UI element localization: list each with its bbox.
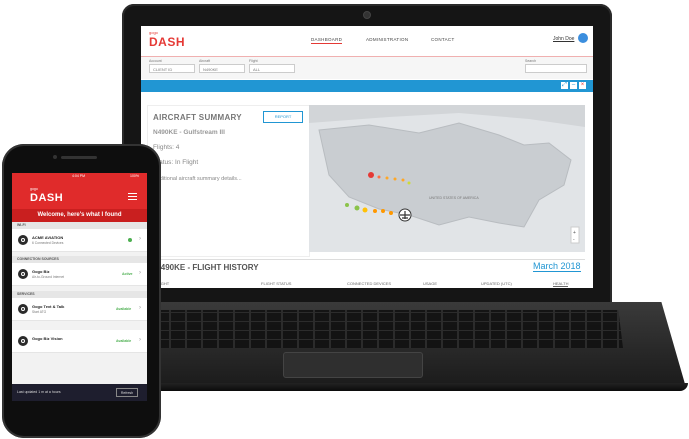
list-item-title: Gogo Text & Talk (32, 304, 65, 309)
app-logo[interactable]: DASH (149, 35, 185, 49)
list-item-biz-vision[interactable]: Gogo Biz Vision Available › (12, 330, 147, 353)
section-connection-sources: CONNECTION SOURCES (12, 256, 147, 263)
filter-label-aircraft: Aircraft (199, 59, 211, 63)
section-services: SERVICES (12, 291, 147, 298)
welcome-banner: Welcome, here's what I found (12, 209, 147, 222)
summary-flights: Flights: 4 (153, 144, 180, 151)
connection-icon (18, 269, 28, 279)
phone-logo-tag: gogo (30, 187, 38, 191)
aircraft-select[interactable]: N490KE (199, 64, 245, 73)
status-bar: 4:04 PM 100% (12, 173, 147, 181)
list-item-wifi[interactable]: ACME AVIATION 6 Connected Devices › (12, 229, 147, 252)
map-svg: UNITED STATES OF AMERICA + - (309, 105, 585, 244)
section-wifi: WI-FI (12, 222, 147, 229)
filter-label-flight: Flight (249, 59, 258, 63)
col-usage[interactable]: USAGE (423, 281, 437, 286)
flight-map[interactable]: UNITED STATES OF AMERICA + - (309, 105, 585, 252)
status-dot-icon (128, 238, 132, 242)
nav-administration[interactable]: ADMINISTRATION (366, 37, 408, 42)
status-badge: Active (122, 272, 133, 276)
refresh-button[interactable]: Refresh (116, 388, 138, 397)
report-button[interactable]: REPORT (263, 111, 303, 123)
search-label: Search (525, 59, 537, 63)
minimize-icon[interactable]: – (570, 82, 577, 89)
avatar[interactable] (578, 33, 588, 43)
list-item-subtitle: Start ATG (32, 310, 47, 314)
list-item-text-talk[interactable]: Gogo Text & Talk Start ATG Available › (12, 298, 147, 321)
us-landmass (318, 122, 572, 228)
summary-more: Additional aircraft summary details... (153, 176, 242, 182)
col-connected-devices[interactable]: CONNECTED DEVICES (347, 281, 391, 286)
summary-title: AIRCRAFT SUMMARY (153, 113, 242, 122)
chevron-right-icon: › (139, 270, 141, 276)
keyboard-rows (155, 310, 623, 348)
last-updated-text: Last updated 1 m at a hours (17, 390, 61, 394)
zoom-in-icon[interactable]: + (573, 230, 576, 236)
col-updated[interactable]: UPDATED (UTC) (481, 281, 512, 286)
filter-label-account: Account (149, 59, 162, 63)
status-badge: Available (116, 307, 132, 311)
vision-icon (18, 336, 28, 346)
list-item-gogo-biz[interactable]: Gogo Biz Air-to-Ground Internet Active › (12, 263, 147, 286)
chat-icon (18, 304, 28, 314)
canada-landmass (309, 105, 585, 127)
list-item-title: ACME AVIATION (32, 235, 64, 240)
nav-contact[interactable]: CONTACT (431, 37, 455, 42)
laptop-camera (363, 11, 371, 19)
list-item-title: Gogo Biz Vision (32, 336, 63, 341)
front-camera (53, 155, 57, 159)
search-input[interactable] (525, 64, 587, 73)
status-battery: 100% (130, 174, 139, 178)
laptop-base-edge (92, 383, 688, 391)
aircraft-icon[interactable] (398, 208, 412, 222)
close-icon[interactable]: × (579, 82, 586, 89)
trackpad (283, 352, 423, 378)
user-name[interactable]: John Doe (553, 36, 574, 42)
phone-app-logo[interactable]: DASH (30, 192, 63, 204)
chevron-right-icon: › (139, 236, 141, 242)
earpiece (61, 156, 97, 159)
account-select[interactable]: CLIENT ID (149, 64, 195, 73)
history-title: N490KE - FLIGHT HISTORY (155, 263, 259, 272)
toolbar-strip (141, 80, 593, 92)
col-health[interactable]: HEALTH (553, 281, 569, 287)
status-badge: Available (116, 339, 132, 343)
status-time: 4:04 PM (72, 174, 86, 178)
laptop-screen: gogo DASH DASHBOARD ADMINISTRATION CONTA… (141, 26, 593, 288)
hamburger-menu-icon[interactable] (128, 193, 137, 200)
chevron-right-icon: › (139, 337, 141, 343)
list-item-subtitle: Air-to-Ground Internet (32, 275, 65, 279)
flight-select[interactable]: ALL (249, 64, 295, 73)
col-flight-status[interactable]: FLIGHT STATUS (261, 281, 291, 286)
history-month[interactable]: March 2018 (533, 261, 581, 272)
wifi-icon (18, 235, 28, 245)
nav-dashboard[interactable]: DASHBOARD (311, 37, 343, 44)
expand-icon[interactable]: ⤢ (561, 82, 568, 89)
chevron-right-icon: › (139, 305, 141, 311)
map-country-label: UNITED STATES OF AMERICA (429, 196, 479, 200)
summary-tail: N490KE - Gulfstream III (153, 129, 225, 136)
list-item-title: Gogo Biz (32, 269, 50, 274)
list-item-subtitle: 6 Connected Devices (32, 241, 64, 245)
